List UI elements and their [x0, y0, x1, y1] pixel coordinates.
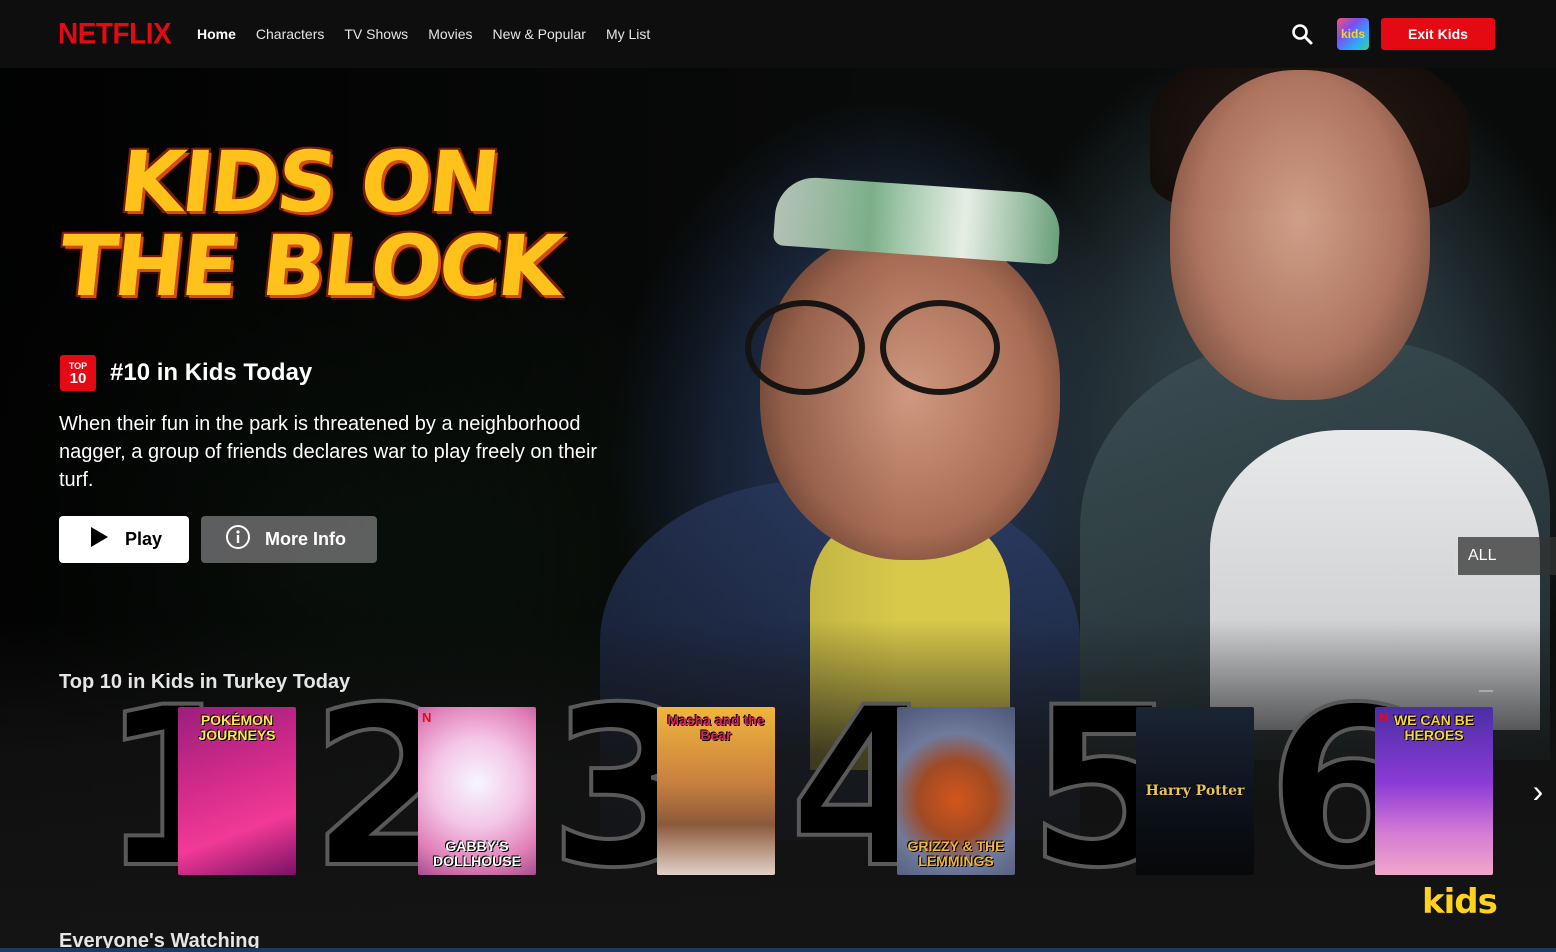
hero-figure-right-face [1170, 70, 1430, 400]
netflix-n-badge-icon: N [422, 710, 432, 725]
netflix-logo[interactable]: NETFLIX [58, 17, 197, 51]
nav-link-my-list[interactable]: My List [606, 26, 650, 42]
more-info-button-label: More Info [265, 529, 346, 549]
more-info-button[interactable]: More Info [201, 516, 377, 563]
poster-title: GRIZZY & THE LEMMINGS [907, 838, 1005, 869]
exit-kids-button[interactable]: Exit Kids [1381, 18, 1495, 50]
nav-link-home[interactable]: Home [197, 26, 236, 42]
top10-badge-icon: TOP 10 [60, 355, 96, 391]
top10-item[interactable]: 4 GRIZZY & THE LEMMINGS [787, 676, 1059, 900]
row-next-arrow-icon[interactable]: › [1520, 706, 1556, 876]
nav-link-new-popular[interactable]: New & Popular [493, 26, 586, 42]
top10-item[interactable]: 5 Harry Potter [1026, 676, 1298, 900]
poster-title: Masha and the Bear [667, 712, 765, 743]
hero-title-logo: KIDS ON THE BLOCK [55, 133, 620, 340]
top10-item[interactable]: 6 N WE CAN BE HEROES [1265, 676, 1537, 900]
netflix-n-badge-icon: N [1379, 710, 1389, 725]
hero-synopsis: When their fun in the park is threatened… [59, 413, 598, 491]
title-poster[interactable]: Masha and the Bear [657, 707, 775, 875]
nav-links: Home Characters TV Shows Movies New & Po… [197, 26, 650, 42]
hero-title-line-2: THE BLOCK [54, 217, 566, 315]
info-icon [225, 524, 251, 555]
top10-badge-num: 10 [69, 369, 87, 387]
next-row-preview [0, 948, 1556, 952]
hero-title-line-1: KIDS ON [114, 133, 502, 231]
poster-title: WE CAN BE HEROES [1393, 712, 1475, 743]
nav-link-tv-shows[interactable]: TV Shows [344, 26, 408, 42]
poster-title: Harry Potter [1145, 782, 1245, 799]
kids-profile-avatar[interactable]: kids [1337, 18, 1369, 50]
top10-item[interactable]: 1 POKÉMON JOURNEYS [98, 676, 340, 900]
hero-rank: TOP 10 #10 in Kids Today [60, 355, 312, 391]
kids-watermark-logo: kids [1422, 882, 1498, 922]
play-icon [89, 526, 109, 553]
top10-row: 1 POKÉMON JOURNEYS 2 N GABBY'S DOLLHOUSE… [0, 676, 1556, 900]
play-button[interactable]: Play [59, 516, 189, 563]
row-page-indicator [1479, 690, 1493, 692]
top10-badge-top: TOP [68, 360, 88, 371]
title-poster[interactable]: POKÉMON JOURNEYS [178, 707, 296, 875]
top-navbar: NETFLIX Home Characters TV Shows Movies … [0, 0, 1556, 68]
nav-link-characters[interactable]: Characters [256, 26, 324, 42]
poster-title: GABBY'S DOLLHOUSE [433, 838, 521, 869]
title-poster[interactable]: N GABBY'S DOLLHOUSE [418, 707, 536, 875]
search-icon[interactable] [1290, 22, 1314, 46]
play-button-label: Play [125, 529, 163, 549]
top10-item[interactable]: 2 N GABBY'S DOLLHOUSE [308, 676, 580, 900]
nav-link-movies[interactable]: Movies [428, 26, 472, 42]
hero-rank-text: #10 in Kids Today [110, 359, 313, 386]
maturity-rating-badge: ALL [1455, 537, 1556, 575]
poster-title: POKÉMON JOURNEYS [198, 712, 276, 743]
title-poster[interactable]: N WE CAN BE HEROES [1375, 707, 1493, 875]
title-poster[interactable]: Harry Potter [1136, 707, 1254, 875]
top10-item[interactable]: 3 Masha and the Bear [547, 676, 819, 900]
title-poster[interactable]: GRIZZY & THE LEMMINGS [897, 707, 1015, 875]
